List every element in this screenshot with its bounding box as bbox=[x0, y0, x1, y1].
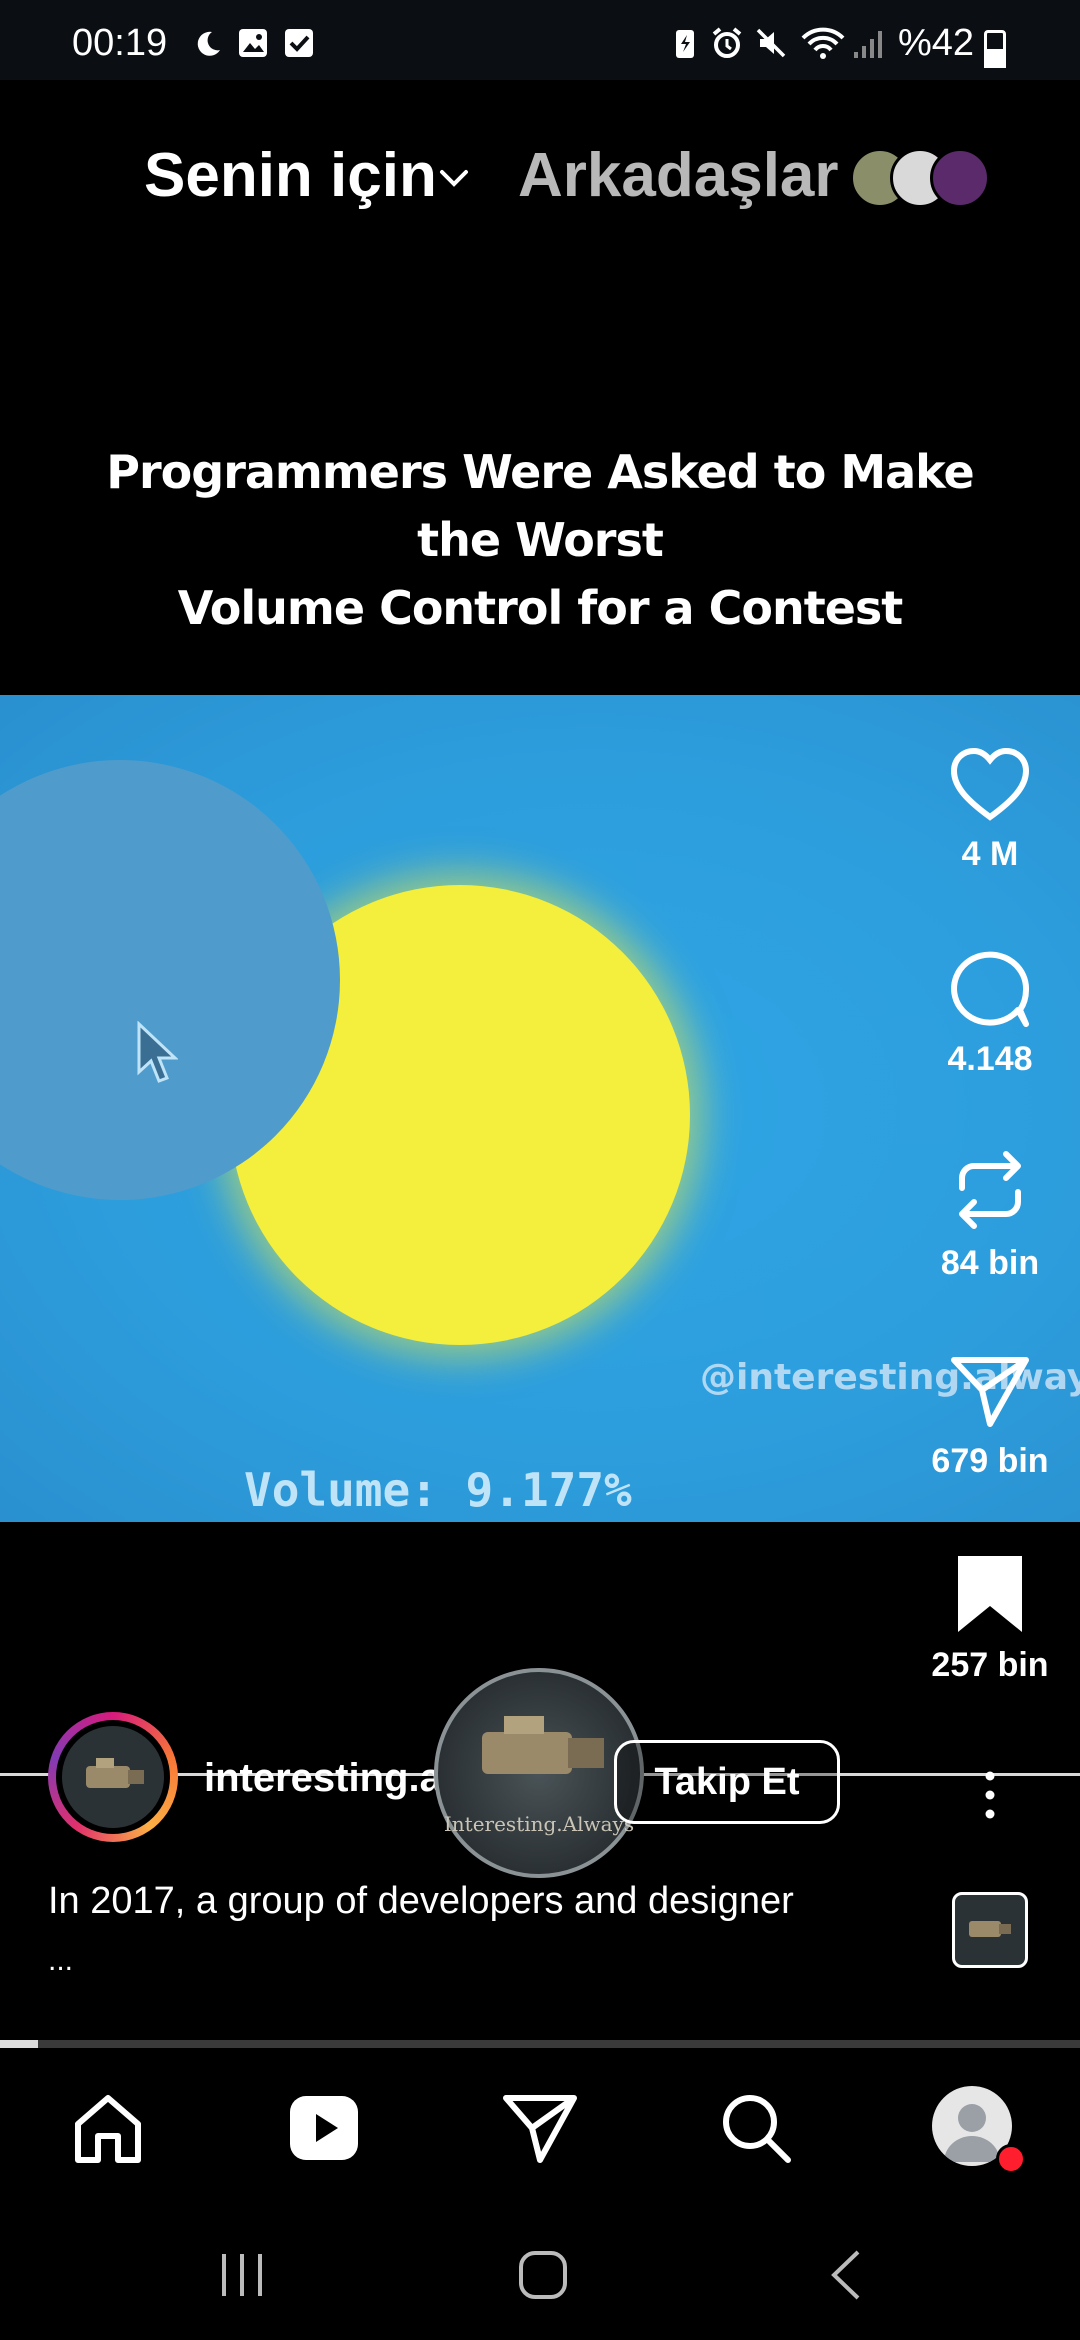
repost-action[interactable]: 84 bin bbox=[920, 1148, 1060, 1283]
paper-plane-icon[interactable] bbox=[500, 2088, 580, 2168]
repost-count: 84 bin bbox=[940, 1244, 1040, 1282]
camera-logo-icon bbox=[969, 1921, 1011, 1937]
gallery-icon bbox=[239, 29, 267, 57]
caption-more[interactable]: ... bbox=[48, 1944, 73, 1978]
mute-icon bbox=[756, 28, 786, 58]
system-nav bbox=[0, 2198, 1080, 2340]
heart-icon[interactable] bbox=[948, 745, 1032, 823]
volume-readout: Volume: 9.177% bbox=[244, 1463, 632, 1517]
save-count: 257 bin bbox=[931, 1646, 1049, 1684]
disc-label: Interesting.Always bbox=[443, 1812, 635, 1836]
video-player[interactable]: @interesting.always Volume: 9.177% bbox=[0, 695, 1080, 1522]
more-options-icon[interactable] bbox=[978, 1770, 1002, 1820]
camera-logo-icon bbox=[482, 1716, 604, 1774]
music-disc[interactable]: Interesting.Always bbox=[434, 1668, 644, 1878]
tab-for-you[interactable]: Senin için bbox=[144, 140, 437, 211]
playback-progress-bar[interactable] bbox=[0, 2040, 1080, 2048]
video-title-line: Programmers Were Asked to Make the Worst bbox=[106, 445, 974, 567]
video-title-line: Volume Control for a Contest bbox=[177, 581, 904, 635]
chevron-down-icon[interactable] bbox=[436, 160, 472, 196]
comment-count: 4.148 bbox=[947, 1040, 1033, 1078]
friend-avatar bbox=[930, 148, 990, 208]
home-icon[interactable] bbox=[68, 2088, 148, 2168]
comment-icon[interactable] bbox=[948, 948, 1032, 1028]
share-action[interactable]: 679 bin bbox=[920, 1350, 1060, 1481]
wifi-icon bbox=[801, 27, 845, 59]
author-avatar[interactable] bbox=[48, 1712, 178, 1842]
like-count: 4 M bbox=[961, 835, 1019, 873]
reels-icon[interactable] bbox=[284, 2088, 364, 2168]
search-icon[interactable] bbox=[716, 2088, 796, 2168]
bottom-nav bbox=[0, 2048, 1080, 2198]
paper-plane-icon[interactable] bbox=[948, 1350, 1032, 1430]
comment-action[interactable]: 4.148 bbox=[920, 948, 1060, 1079]
alarm-icon bbox=[712, 27, 742, 58]
save-action[interactable]: 257 bin bbox=[920, 1552, 1060, 1685]
mouse-cursor-icon bbox=[137, 1021, 178, 1083]
back-icon[interactable] bbox=[826, 2248, 866, 2302]
follow-button[interactable]: Takip Et bbox=[614, 1740, 840, 1824]
checkbox-icon bbox=[285, 29, 313, 57]
share-count: 679 bin bbox=[931, 1442, 1049, 1480]
audio-thumbnail[interactable] bbox=[952, 1892, 1028, 1968]
tab-friends[interactable]: Arkadaşlar bbox=[518, 140, 839, 211]
like-action[interactable]: 4 M bbox=[920, 745, 1060, 874]
signal-icon bbox=[854, 31, 882, 58]
home-button-icon[interactable] bbox=[516, 2248, 570, 2302]
video-title: Programmers Were Asked to Make the Worst… bbox=[70, 438, 1010, 642]
repost-icon[interactable] bbox=[948, 1148, 1032, 1232]
caption-text[interactable]: In 2017, a group of developers and desig… bbox=[48, 1880, 794, 1923]
camera-logo-icon bbox=[86, 1758, 144, 1788]
recent-apps-icon[interactable] bbox=[212, 2248, 272, 2302]
bookmark-icon[interactable] bbox=[948, 1552, 1032, 1634]
status-bar: 00:19 %42 bbox=[0, 0, 1080, 80]
playback-progress-fill bbox=[0, 2040, 38, 2048]
notification-dot bbox=[996, 2144, 1026, 2174]
moon-icon bbox=[197, 31, 220, 56]
battery-percentage: %42 bbox=[898, 22, 975, 64]
battery-saver-icon bbox=[676, 30, 694, 58]
friends-avatars[interactable] bbox=[850, 142, 1000, 212]
battery-icon bbox=[984, 30, 1006, 68]
status-time: 00:19 bbox=[72, 22, 168, 64]
